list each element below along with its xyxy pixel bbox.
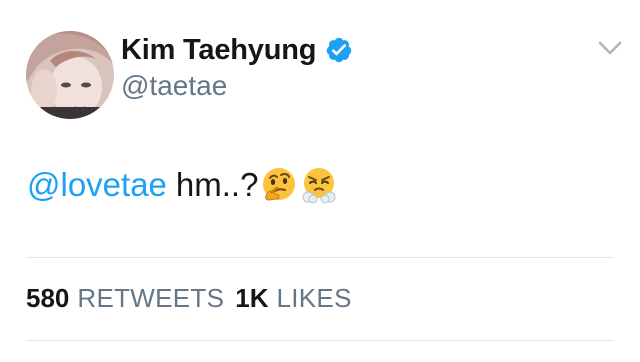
likes-stat[interactable]: 1K LIKES	[235, 283, 351, 314]
retweets-stat[interactable]: 580 RETWEETS	[26, 283, 224, 314]
divider-bottom	[26, 340, 614, 341]
retweets-label: RETWEETS	[77, 283, 225, 313]
tweet-body: hm..?	[175, 166, 259, 203]
mention-link[interactable]: @lovetae	[27, 166, 167, 204]
avatar[interactable]	[26, 31, 114, 119]
display-name-row: Kim Taehyung	[121, 30, 353, 70]
chevron-down-icon[interactable]	[597, 38, 623, 58]
tweet-text: @lovetae hm..?	[27, 166, 338, 204]
retweets-count: 580	[26, 283, 70, 313]
verified-badge-icon	[325, 36, 353, 64]
display-name[interactable]: Kim Taehyung	[121, 34, 316, 67]
thinking-face-icon	[260, 166, 298, 204]
tweet-card: Kim Taehyung @taetae @lovetae hm..? 580 …	[0, 0, 640, 362]
user-handle[interactable]: @taetae	[121, 70, 227, 102]
likes-label: LIKES	[276, 283, 352, 313]
face-with-steam-icon	[300, 166, 338, 204]
divider-top	[26, 257, 614, 258]
tweet-stats: 580 RETWEETS 1K LIKES	[26, 283, 352, 314]
likes-count: 1K	[235, 283, 269, 313]
